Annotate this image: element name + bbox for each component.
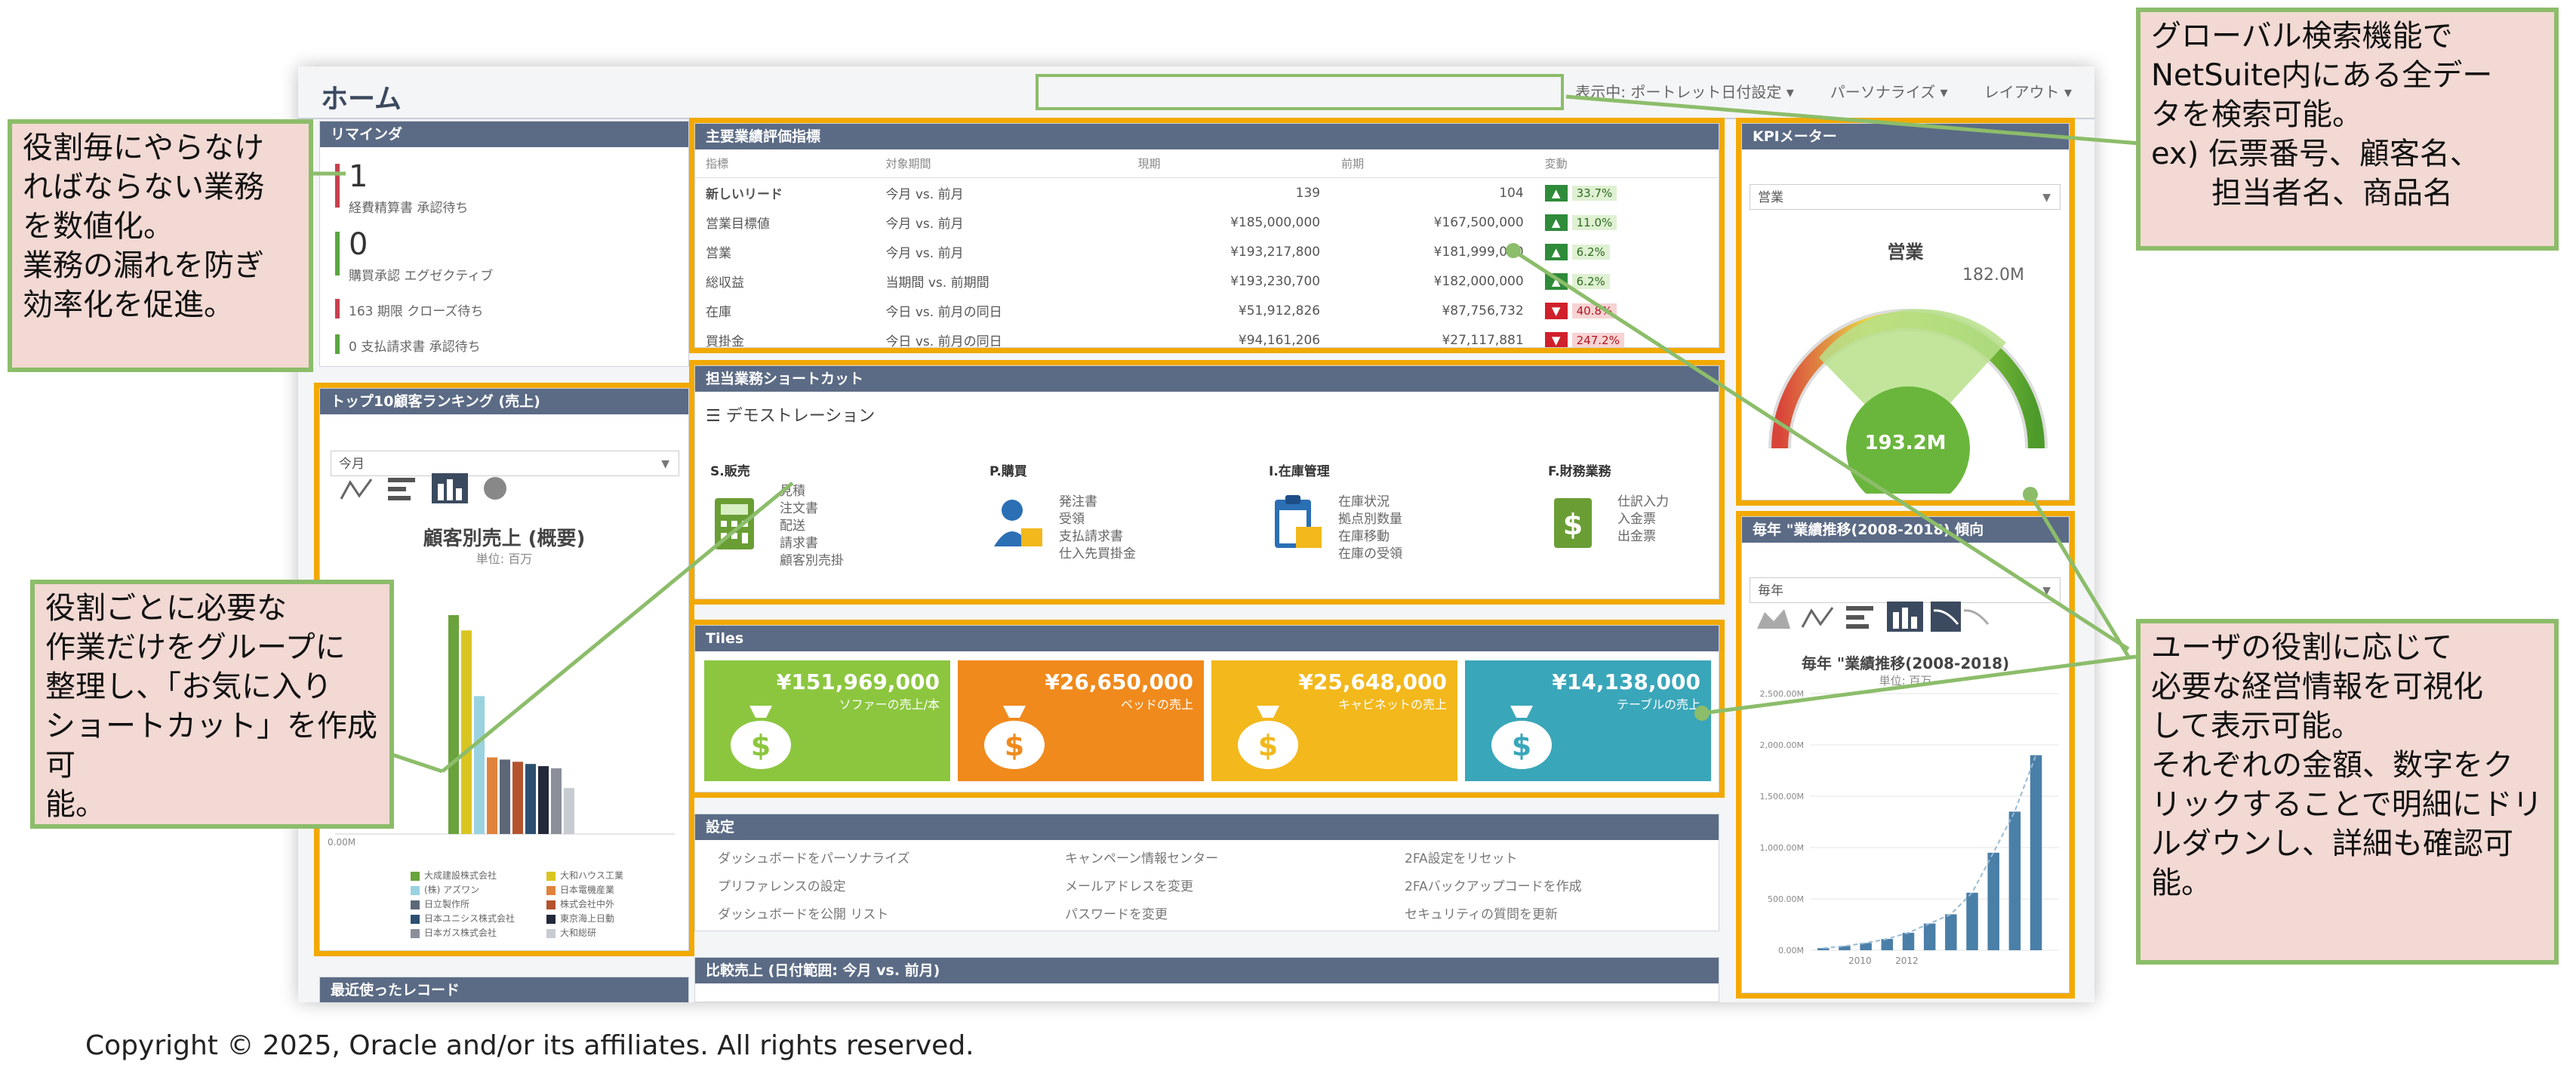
annotation-line: 業務の漏れを防ぎ — [23, 248, 264, 283]
connector-line — [392, 752, 443, 774]
connector-line — [1701, 654, 2137, 715]
annotation-line: 整理し、「お気に入り — [45, 669, 332, 704]
annotation-line: リックすることで明細にドリ — [2151, 787, 2543, 822]
annotation-global-search: グローバル検索機能で NetSuite内にある全デー タを検索可能。 ex) 伝… — [2136, 8, 2559, 251]
copyright-text: Copyright © 2025, Oracle and/or its affi… — [85, 1030, 974, 1061]
annotation-line: 能。 — [45, 787, 106, 822]
annotation-line: それぞれの金額、数字をク — [2151, 748, 2513, 783]
connector-dot — [1506, 243, 1521, 258]
annotation-line: 担当者名、商品名 — [2151, 176, 2453, 211]
annotation-line: ユーザの役割に応じて — [2151, 630, 2453, 665]
connector-dot — [2023, 487, 2038, 502]
annotation-line: 能。 — [2151, 866, 2211, 900]
annotation-line: を数値化。 — [23, 209, 174, 244]
annotation-line: して表示可能。 — [2151, 709, 2362, 743]
annotation-line: ex) 伝票番号、顧客名、 — [2151, 137, 2480, 171]
connector-line — [1512, 248, 2130, 651]
connector-line — [1565, 94, 2141, 146]
connector-line — [441, 482, 794, 773]
annotation-line: タを検索可能。 — [2151, 97, 2362, 132]
annotation-line: NetSuite内にある全デー — [2151, 58, 2493, 93]
annotation-line: ればならない業務 — [23, 170, 264, 205]
connector-line — [2028, 493, 2131, 658]
annotation-shortcuts: 役割ごとに必要な 作業だけをグループに 整理し、「お気に入り ショートカット」を… — [30, 580, 394, 829]
annotation-line: 必要な経営情報を可視化 — [2151, 669, 2483, 704]
connector-dot — [1694, 706, 1710, 721]
annotation-line: 効率化を促進。 — [23, 288, 234, 322]
annotation-line: 役割ごとに必要な — [45, 591, 287, 626]
annotation-line: グローバル検索機能で — [2151, 19, 2453, 54]
annotation-line: 作業だけをグループに — [45, 630, 346, 665]
annotation-reminders: 役割毎にやらなけ ればならない業務 を数値化。 業務の漏れを防ぎ 効率化を促進。 — [8, 119, 313, 372]
annotation-line: 役割毎にやらなけ — [23, 131, 264, 165]
annotation-visualization: ユーザの役割に応じて 必要な経営情報を可視化 して表示可能。 それぞれの金額、数… — [2136, 619, 2559, 965]
annotation-line: ショートカット」を作成可 — [45, 709, 377, 783]
annotation-line: ルダウンし、詳細も確認可 — [2151, 826, 2513, 861]
